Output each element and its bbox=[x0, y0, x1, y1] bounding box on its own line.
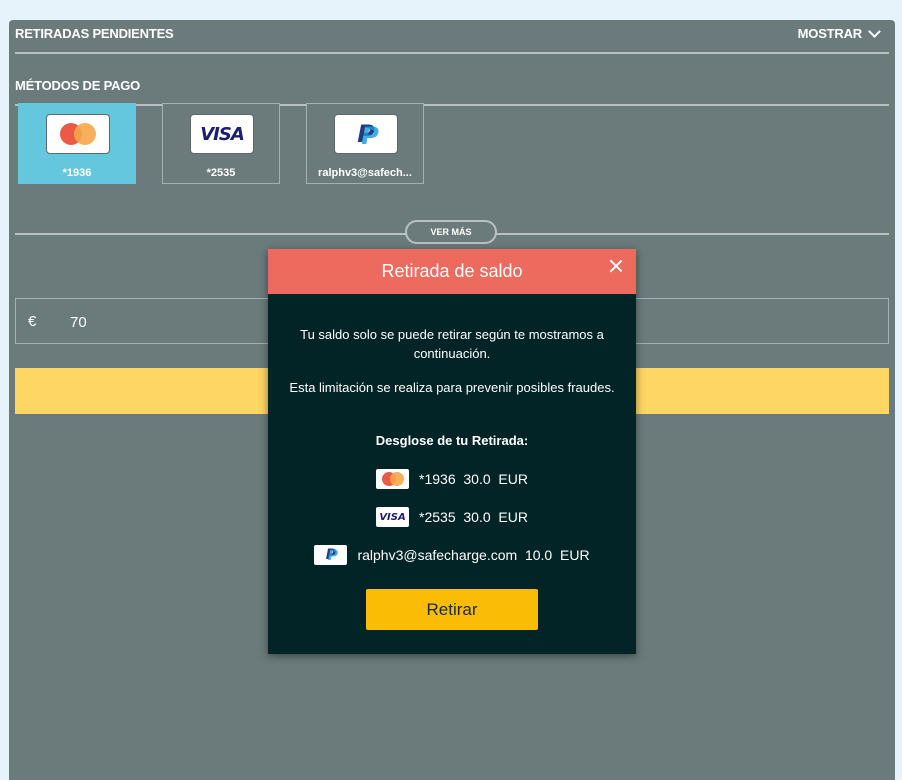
modal-text-1: Tu saldo solo se puede retirar según te … bbox=[300, 327, 604, 361]
payment-method-cards: *1936 VISA *2535 PP ralphv3@safech... bbox=[18, 103, 424, 184]
visa-icon: VISA bbox=[376, 507, 410, 527]
line-id: *2535 bbox=[419, 509, 456, 525]
mastercard-icon bbox=[376, 469, 410, 489]
card-label: ralphv3@safech... bbox=[318, 167, 412, 179]
line-currency: EUR bbox=[498, 509, 528, 525]
pending-withdrawals-row[interactable]: RETIRADAS PENDIENTES MOSTRAR bbox=[15, 25, 889, 54]
breakdown-line-visa: VISA *2535 30.0 EUR bbox=[268, 507, 636, 527]
line-currency: EUR bbox=[498, 471, 528, 487]
visa-icon: VISA bbox=[190, 114, 254, 154]
payment-card-visa[interactable]: VISA *2535 bbox=[162, 103, 280, 184]
see-more-button[interactable]: VER MÁS bbox=[405, 220, 497, 244]
card-label: *1936 bbox=[62, 167, 92, 179]
modal-text-2: Esta limitación se realiza para prevenir… bbox=[289, 380, 615, 395]
modal-title: Retirada de saldo bbox=[381, 261, 523, 281]
show-toggle[interactable]: MOSTRAR bbox=[797, 25, 881, 41]
withdraw-button[interactable]: Retirar bbox=[366, 589, 538, 630]
breakdown-line-paypal: PP ralphv3@safecharge.com 10.0 EUR bbox=[268, 545, 636, 565]
mastercard-icon bbox=[46, 114, 110, 154]
payment-card-mastercard[interactable]: *1936 bbox=[18, 103, 136, 184]
line-amount: 10.0 bbox=[524, 547, 553, 563]
line-amount: 30.0 bbox=[463, 509, 491, 525]
line-id: ralphv3@safecharge.com bbox=[357, 547, 518, 563]
payment-methods-label: MÉTODOS DE PAGO bbox=[15, 78, 141, 93]
amount-value: 70 bbox=[70, 314, 87, 331]
withdraw-modal: Retirada de saldo Tu saldo solo se puede… bbox=[268, 249, 636, 654]
paypal-icon: PP bbox=[334, 114, 398, 154]
close-icon[interactable] bbox=[608, 258, 624, 274]
chevron-down-icon bbox=[868, 25, 881, 38]
line-id: *1936 bbox=[419, 471, 456, 487]
modal-header: Retirada de saldo bbox=[268, 249, 636, 294]
breakdown-line-mastercard: *1936 30.0 EUR bbox=[268, 469, 636, 489]
currency-symbol: € bbox=[28, 313, 37, 330]
paypal-icon: PP bbox=[314, 545, 348, 565]
payment-methods-row: MÉTODOS DE PAGO bbox=[15, 78, 889, 106]
breakdown-title: Desglose de tu Retirada: bbox=[375, 433, 529, 448]
show-label: MOSTRAR bbox=[797, 26, 863, 41]
pending-withdrawals-label: RETIRADAS PENDIENTES bbox=[15, 26, 174, 41]
line-currency: EUR bbox=[560, 547, 590, 563]
line-amount: 30.0 bbox=[463, 471, 491, 487]
card-label: *2535 bbox=[206, 167, 236, 179]
payment-card-paypal[interactable]: PP ralphv3@safech... bbox=[306, 103, 424, 184]
